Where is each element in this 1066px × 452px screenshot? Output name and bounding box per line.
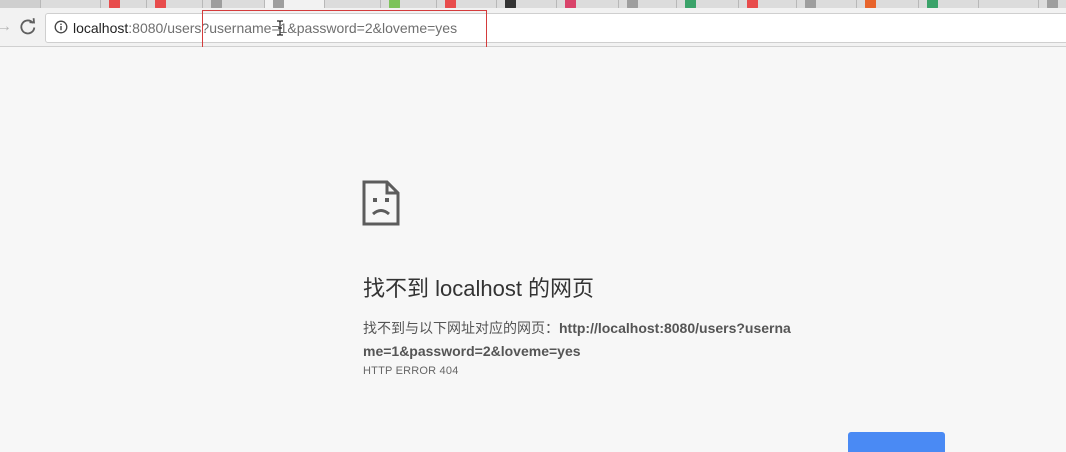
error-page: 找不到 localhost 的网页 找不到与以下网址对应的网页：http://l… — [0, 47, 1066, 452]
browser-tab[interactable] — [1038, 0, 1066, 8]
tab-favicon-icon — [805, 0, 816, 8]
tab-strip — [0, 0, 1066, 8]
reload-button[interactable] — [848, 432, 945, 452]
browser-tab[interactable] — [436, 0, 498, 8]
browser-tab[interactable] — [380, 0, 438, 8]
tab-favicon-icon — [565, 0, 576, 8]
browser-tab[interactable] — [40, 0, 102, 8]
browser-tab[interactable] — [978, 0, 1040, 8]
browser-tab[interactable] — [856, 0, 920, 8]
url-host: localhost — [73, 20, 129, 36]
browser-tab[interactable] — [738, 0, 798, 8]
reload-icon[interactable] — [17, 16, 39, 38]
tab-favicon-icon — [865, 0, 876, 8]
tab-favicon-icon — [747, 0, 758, 8]
error-description: 找不到与以下网址对应的网页：http://localhost:8080/user… — [363, 317, 803, 363]
browser-tab[interactable] — [202, 0, 266, 8]
error-title: 找不到 localhost 的网页 — [363, 276, 595, 301]
tab-favicon-icon — [685, 0, 696, 8]
address-bar[interactable]: localhost:8080/users?username=1&password… — [45, 13, 1066, 43]
tab-favicon-icon — [445, 0, 456, 8]
browser-tab[interactable] — [618, 0, 678, 8]
error-code: HTTP ERROR 404 — [363, 365, 459, 377]
browser-tab[interactable] — [100, 0, 148, 8]
browser-tab[interactable] — [676, 0, 740, 8]
browser-tab[interactable] — [556, 0, 620, 8]
browser-tab[interactable] — [918, 0, 980, 8]
info-icon[interactable] — [54, 20, 68, 34]
tab-favicon-icon — [211, 0, 222, 8]
browser-tab[interactable] — [796, 0, 858, 8]
browser-tab-active[interactable] — [264, 0, 326, 8]
tab-favicon-icon — [155, 0, 166, 8]
tab-favicon-icon — [109, 0, 120, 8]
tab-favicon-icon — [1047, 0, 1058, 8]
browser-tab[interactable] — [496, 0, 558, 8]
tab-favicon-icon — [627, 0, 638, 8]
tab-favicon-icon — [273, 0, 284, 8]
forward-arrow-icon[interactable]: → — [0, 18, 12, 36]
tab-favicon-icon — [927, 0, 938, 8]
tab-favicon-icon — [505, 0, 516, 8]
error-description-text: 找不到与以下网址对应的网页： — [363, 320, 559, 336]
browser-toolbar: → localhost:8080/users?username=1&passwo… — [0, 8, 1066, 47]
browser-tab[interactable] — [146, 0, 204, 8]
tab-favicon-icon — [389, 0, 400, 8]
browser-tab[interactable] — [324, 0, 382, 8]
sad-document-icon — [362, 180, 400, 226]
